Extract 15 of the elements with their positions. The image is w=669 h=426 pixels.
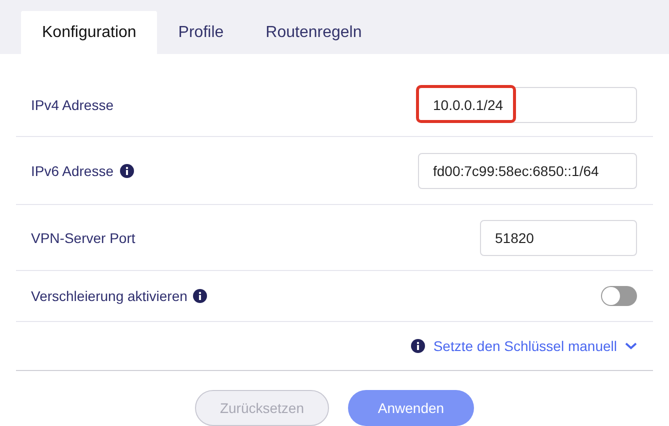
field-label: Verschleierung aktivieren xyxy=(31,288,188,304)
field-label: VPN-Server Port xyxy=(31,230,136,246)
tab[interactable]: Profile xyxy=(157,11,245,54)
input-field[interactable]: 10.0.0.1/24 xyxy=(418,87,637,123)
field-label: IPv4 Adresse xyxy=(31,97,114,113)
tab[interactable]: Routenregeln xyxy=(244,11,383,54)
info-icon xyxy=(193,289,208,303)
info-icon xyxy=(120,164,134,178)
info-icon xyxy=(411,339,426,353)
tab[interactable]: Konfiguration xyxy=(21,11,158,54)
toggle-switch[interactable] xyxy=(601,286,637,306)
input-field[interactable]: 51820 xyxy=(480,220,637,256)
input-field[interactable]: fd00:7c99:58ec:6850::1/64 xyxy=(418,152,637,188)
key-link[interactable]: Setzte den Schlüssel manuell xyxy=(433,338,617,354)
field-label: IPv6 Adresse xyxy=(31,162,114,178)
